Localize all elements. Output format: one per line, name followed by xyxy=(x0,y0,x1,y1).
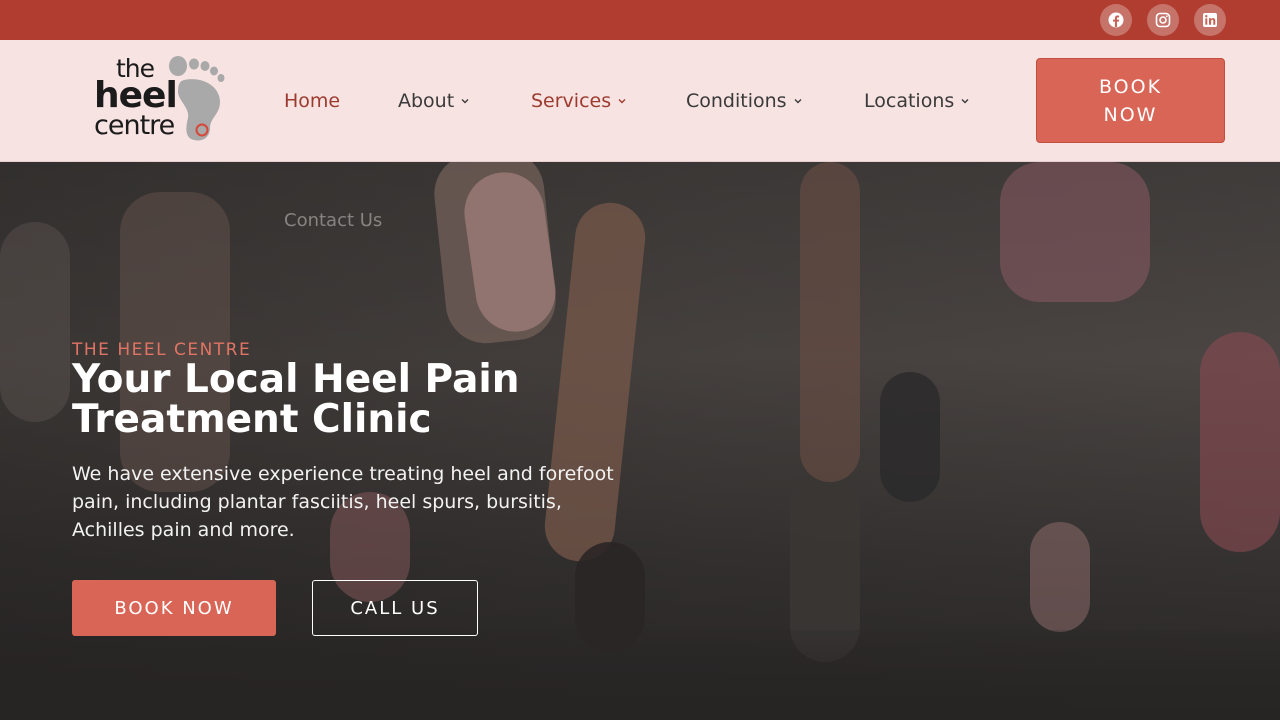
hero-section: Contact Us THE HEEL CENTRE Your Local He… xyxy=(0,162,1280,720)
footprint-icon xyxy=(169,56,225,141)
hero-background-runner xyxy=(1200,332,1280,552)
chevron-down-icon xyxy=(960,96,970,106)
nav-conditions-label: Conditions xyxy=(686,89,787,112)
site-header: the heel centre Home About Services Cond… xyxy=(0,40,1280,162)
chevron-down-icon xyxy=(793,96,803,106)
nav-services[interactable]: Services xyxy=(531,40,627,161)
hero-background-runner xyxy=(1000,162,1150,302)
chevron-down-icon xyxy=(617,96,627,106)
linkedin-icon[interactable] xyxy=(1194,4,1226,36)
book-now-line-2: NOW xyxy=(1103,103,1158,126)
nav-services-label: Services xyxy=(531,89,612,112)
hero-background-runner xyxy=(800,162,860,482)
top-bar xyxy=(0,0,1280,40)
chevron-down-icon xyxy=(460,96,470,106)
book-now-header-button[interactable]: BOOK NOW xyxy=(1036,58,1225,143)
hero-background-runner xyxy=(880,372,940,502)
hero-road xyxy=(0,630,1280,720)
logo-line-3: centre xyxy=(94,110,175,141)
nav-home-label: Home xyxy=(284,89,341,112)
nav-locations-label: Locations xyxy=(864,89,955,112)
hero-headline: Your Local Heel Pain Treatment Clinic xyxy=(72,360,672,440)
nav-about[interactable]: About xyxy=(398,40,470,161)
instagram-icon[interactable] xyxy=(1147,4,1179,36)
submenu-contact-us[interactable]: Contact Us xyxy=(284,210,382,231)
call-us-button-label: CALL US xyxy=(350,597,440,619)
nav-locations[interactable]: Locations xyxy=(864,40,970,161)
book-now-line-1: BOOK xyxy=(1098,75,1163,98)
call-us-button[interactable]: CALL US xyxy=(312,580,478,636)
logo[interactable]: the heel centre xyxy=(92,54,232,146)
hero-headline-line-1: Your Local Heel Pain xyxy=(72,357,520,402)
book-now-button[interactable]: BOOK NOW xyxy=(72,580,276,636)
hero-background-runner xyxy=(0,222,70,422)
book-now-button-label: BOOK NOW xyxy=(114,597,234,619)
facebook-icon[interactable] xyxy=(1100,4,1132,36)
nav-home[interactable]: Home xyxy=(284,40,340,161)
nav-conditions[interactable]: Conditions xyxy=(686,40,803,161)
hero-headline-line-2: Treatment Clinic xyxy=(72,397,432,442)
nav-about-label: About xyxy=(398,89,455,112)
hero-description: We have extensive experience treating he… xyxy=(72,463,614,541)
hero-background-runner xyxy=(1030,522,1090,632)
